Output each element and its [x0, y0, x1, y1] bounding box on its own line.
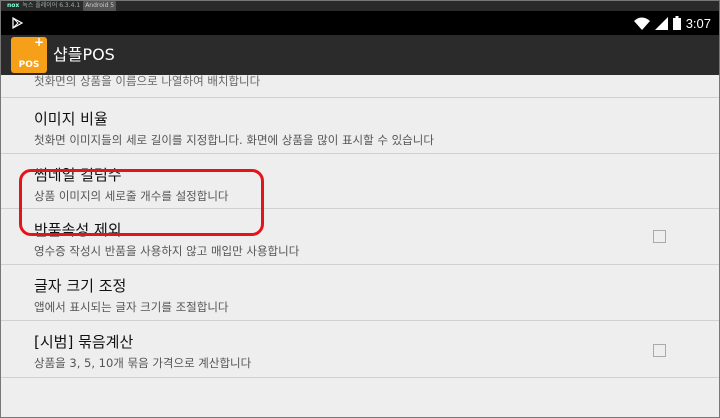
settings-list[interactable]: 첫화면의 상품을 이름으로 나열하여 배치합니다 이미지 비율 첫화면 이미지들…	[1, 75, 719, 417]
settings-item-image-ratio[interactable]: 이미지 비율 첫화면 이미지들의 세로 길이를 지정합니다. 화면에 상품을 많…	[1, 98, 719, 154]
emulator-title-bar: nox 녹스 플레이어 6.3.4.1 Android 5	[1, 1, 719, 11]
android-status-bar: 3:07	[1, 11, 719, 35]
battery-icon	[672, 16, 681, 30]
settings-item-summary: 첫화면 이미지들의 세로 길이를 지정합니다. 화면에 상품을 많이 표시할 수…	[34, 133, 434, 147]
settings-item-summary: 영수증 작성시 반품을 사용하지 않고 매입만 사용합니다	[34, 244, 300, 258]
settings-item-title: [시범] 묶음계산	[34, 333, 134, 351]
settings-item-partial[interactable]: 첫화면의 상품을 이름으로 나열하여 배치합니다	[1, 75, 719, 98]
emulator-brand: nox	[7, 2, 20, 9]
settings-item-summary: 첫화면의 상품을 이름으로 나열하여 배치합니다	[34, 75, 261, 88]
cellular-signal-icon	[654, 16, 668, 30]
settings-item-title: 글자 크기 조정	[34, 277, 127, 295]
emulator-version: 녹스 플레이어 6.3.4.1	[22, 2, 81, 9]
settings-item-title: 이미지 비율	[34, 110, 108, 128]
settings-item-bundle-pricing[interactable]: [시범] 묶음계산 상품을 3, 5, 10개 묶음 가격으로 계산합니다	[1, 321, 719, 378]
plus-icon: +	[33, 35, 44, 49]
android-version-tag: Android 5	[83, 1, 117, 11]
app-title: 샵플POS	[53, 45, 115, 64]
app-logo-text: POS	[18, 60, 40, 70]
app-header: + POS 샵플POS	[1, 35, 719, 75]
clock: 3:07	[685, 15, 711, 31]
highlight-annotation	[19, 169, 264, 236]
app-logo-icon[interactable]: + POS	[11, 35, 47, 73]
emulator-window: nox 녹스 플레이어 6.3.4.1 Android 5 3:07 + POS 샵…	[0, 0, 720, 418]
settings-item-summary: 앱에서 표시되는 글자 크기를 조절합니다	[34, 300, 229, 314]
play-store-icon	[12, 17, 23, 29]
settings-item-summary: 상품을 3, 5, 10개 묶음 가격으로 계산합니다	[34, 356, 252, 370]
exclude-returns-checkbox[interactable]	[653, 230, 666, 243]
wifi-icon	[633, 17, 650, 30]
bundle-pricing-checkbox[interactable]	[653, 344, 666, 357]
emulator-title: nox 녹스 플레이어 6.3.4.1 Android 5	[7, 1, 117, 11]
settings-item-font-size[interactable]: 글자 크기 조정 앱에서 표시되는 글자 크기를 조절합니다	[1, 265, 719, 321]
